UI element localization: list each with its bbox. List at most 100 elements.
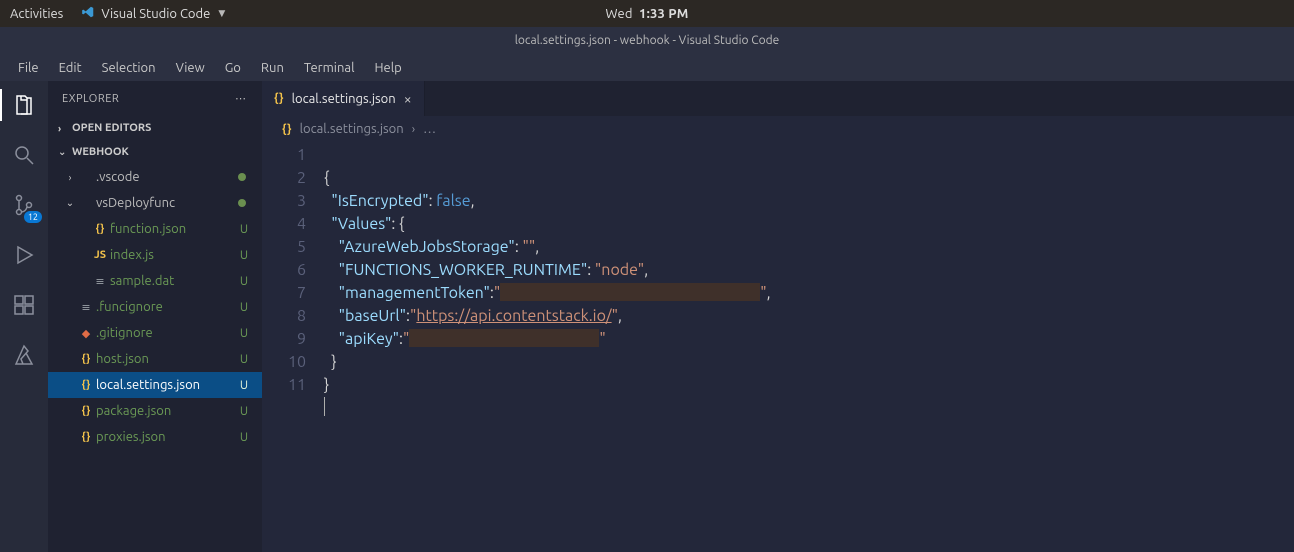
activity-source-control[interactable]: 12	[10, 191, 38, 219]
breadcrumb-file: local.settings.json	[300, 122, 404, 136]
line-number: 2	[262, 167, 306, 190]
activity-explorer[interactable]	[10, 91, 38, 119]
sidebar-more-icon[interactable]: ⋯	[235, 92, 248, 105]
tab-label: local.settings.json	[292, 92, 396, 106]
file-label: function.json	[110, 222, 236, 236]
line-number: 8	[262, 305, 306, 328]
line-number: 1	[262, 144, 306, 167]
folder--vscode[interactable]: › .vscode	[48, 164, 262, 190]
activities-button[interactable]: Activities	[10, 7, 63, 21]
cursor	[324, 397, 325, 416]
code-content[interactable]: { "IsEncrypted": false, "Values": { "Azu…	[324, 142, 1294, 552]
gutter: 1234567891011	[262, 142, 324, 552]
file-label: .vscode	[96, 170, 238, 184]
breadcrumb-more: …	[423, 122, 436, 136]
file--gitignore[interactable]: ›◆.gitignoreU	[48, 320, 262, 346]
file--funcignore[interactable]: ›≡.funcignoreU	[48, 294, 262, 320]
menu-bar: FileEditSelectionViewGoRunTerminalHelp	[0, 54, 1294, 81]
activity-search[interactable]	[10, 141, 38, 169]
tab-local-settings[interactable]: {} local.settings.json ×	[262, 81, 425, 116]
brace-icon: {}	[76, 405, 96, 417]
line-number: 4	[262, 213, 306, 236]
menu-help[interactable]: Help	[364, 57, 411, 79]
activity-azure[interactable]	[10, 341, 38, 369]
redacted-token	[500, 283, 760, 301]
file-label: .gitignore	[96, 326, 236, 340]
file-label: .funcignore	[96, 300, 236, 314]
menu-edit[interactable]: Edit	[49, 57, 92, 79]
sidebar: EXPLORER ⋯ ›OPEN EDITORS ⌄WEBHOOK › .vsco…	[48, 81, 262, 552]
gnome-top-bar: Activities Visual Studio Code ▼ Wed 1:33…	[0, 0, 1294, 27]
git-status-badge: U	[236, 379, 252, 392]
modified-dot-icon	[238, 199, 246, 207]
git-status-badge: U	[236, 327, 252, 340]
brace-icon: {}	[76, 379, 96, 391]
workspace-section[interactable]: ⌄WEBHOOK	[48, 140, 262, 164]
git-status-badge: U	[236, 275, 252, 288]
file-sample-dat[interactable]: ›≡sample.datU	[48, 268, 262, 294]
file-label: proxies.json	[96, 430, 236, 444]
line-number: 7	[262, 282, 306, 305]
scm-badge: 12	[24, 211, 42, 223]
menu-selection[interactable]: Selection	[92, 57, 166, 79]
folder-vsDeployfunc[interactable]: ⌄ vsDeployfunc	[48, 190, 262, 216]
lines-icon: ≡	[90, 275, 110, 288]
modified-dot-icon	[238, 173, 246, 181]
json-icon: {}	[282, 123, 292, 136]
redacted-token	[409, 329, 599, 347]
dropdown-icon: ▼	[218, 8, 225, 19]
line-number: 5	[262, 236, 306, 259]
vscode-icon	[81, 5, 95, 22]
activity-extensions[interactable]	[10, 291, 38, 319]
clock[interactable]: Wed 1:33 PM	[605, 7, 688, 21]
window-title: local.settings.json - webhook - Visual S…	[0, 27, 1294, 54]
chevron-right-icon: ›	[412, 123, 415, 136]
editor-area: {} local.settings.json × {} local.settin…	[262, 81, 1294, 552]
brace-icon: {}	[90, 223, 110, 235]
file-label: host.json	[96, 352, 236, 366]
file-local-settings-json[interactable]: ›{}local.settings.jsonU	[48, 372, 262, 398]
breadcrumb[interactable]: {} local.settings.json › …	[262, 116, 1294, 142]
file-label: sample.dat	[110, 274, 236, 288]
json-icon: {}	[274, 92, 284, 105]
active-app-menu[interactable]: Visual Studio Code ▼	[81, 5, 225, 22]
tab-bar: {} local.settings.json ×	[262, 81, 1294, 116]
menu-view[interactable]: View	[166, 57, 215, 79]
menu-file[interactable]: File	[8, 57, 49, 79]
git-status-badge: U	[236, 223, 252, 236]
file-package-json[interactable]: ›{}package.jsonU	[48, 398, 262, 424]
menu-go[interactable]: Go	[215, 57, 251, 79]
git-status-badge: U	[236, 353, 252, 366]
open-editors-section[interactable]: ›OPEN EDITORS	[48, 116, 262, 140]
chevron-right-icon: ›	[58, 123, 68, 134]
file-label: vsDeployfunc	[96, 196, 238, 210]
file-label: package.json	[96, 404, 236, 418]
line-number: 11	[262, 374, 306, 397]
file-function-json[interactable]: ›{}function.jsonU	[48, 216, 262, 242]
gitign-icon: ◆	[76, 327, 96, 340]
js-icon: JS	[90, 249, 110, 261]
file-index-js[interactable]: ›JSindex.jsU	[48, 242, 262, 268]
chevron-right-icon: ›	[64, 172, 76, 183]
active-app-label: Visual Studio Code	[101, 7, 210, 21]
file-label: index.js	[110, 248, 236, 262]
code-editor[interactable]: 1234567891011 { "IsEncrypted": false, "V…	[262, 142, 1294, 552]
chevron-down-icon: ⌄	[64, 197, 76, 209]
git-status-badge: U	[236, 249, 252, 262]
menu-terminal[interactable]: Terminal	[294, 57, 365, 79]
file-proxies-json[interactable]: ›{}proxies.jsonU	[48, 424, 262, 450]
file-host-json[interactable]: ›{}host.jsonU	[48, 346, 262, 372]
activity-run-debug[interactable]	[10, 241, 38, 269]
close-icon[interactable]: ×	[404, 91, 412, 107]
lines-icon: ≡	[76, 301, 96, 314]
brace-icon: {}	[76, 431, 96, 443]
line-number: 3	[262, 190, 306, 213]
brace-icon: {}	[76, 353, 96, 365]
sidebar-title: EXPLORER	[62, 93, 119, 105]
menu-run[interactable]: Run	[251, 57, 294, 79]
line-number: 10	[262, 351, 306, 374]
git-status-badge: U	[236, 301, 252, 314]
activity-bar: 12	[0, 81, 48, 552]
git-status-badge: U	[236, 405, 252, 418]
line-number: 6	[262, 259, 306, 282]
